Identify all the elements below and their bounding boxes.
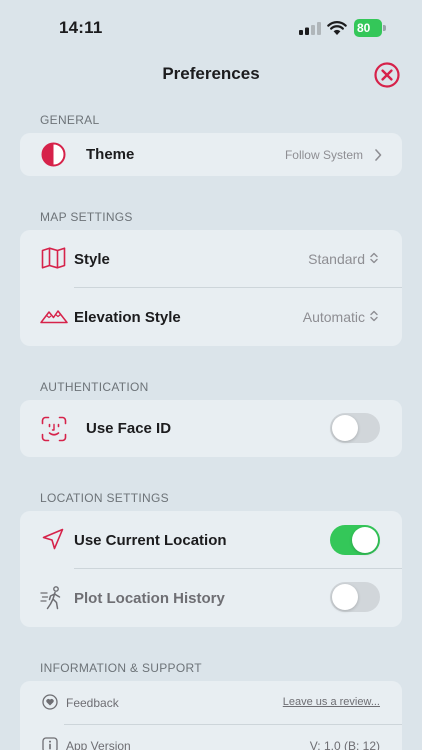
battery-level: 80 xyxy=(354,19,382,37)
theme-label: Theme xyxy=(86,146,135,163)
feedback-label: Feedback xyxy=(66,696,119,710)
plot-location-history-toggle[interactable] xyxy=(330,582,380,612)
face-id-icon xyxy=(41,416,67,442)
mountains-icon xyxy=(40,310,68,324)
battery-cap xyxy=(383,25,386,31)
close-button[interactable] xyxy=(374,62,400,88)
section-header-information-support: INFORMATION & SUPPORT xyxy=(40,661,202,675)
divider xyxy=(64,724,402,725)
plot-location-history-row: Plot Location History xyxy=(20,569,402,627)
map-icon xyxy=(41,247,66,269)
toggle-knob xyxy=(332,584,358,610)
use-current-location-row: Use Current Location xyxy=(20,511,402,568)
theme-value: Follow System xyxy=(284,148,363,162)
face-id-toggle[interactable] xyxy=(330,413,380,443)
cellular-signal-icon xyxy=(299,22,321,35)
half-circle-icon xyxy=(41,142,66,167)
map-settings-card: Style Standard Elevation Style Automatic xyxy=(20,230,402,346)
section-header-location-settings: LOCATION SETTINGS xyxy=(40,491,169,505)
section-header-general: GENERAL xyxy=(40,113,100,127)
toggle-knob xyxy=(332,415,358,441)
heart-icon xyxy=(42,694,58,710)
app-version-value: V: 1.0 (B: 12) xyxy=(309,739,380,750)
general-card: Theme Follow System xyxy=(20,133,402,176)
status-bar: 14:11 80 xyxy=(0,0,422,56)
use-current-location-label: Use Current Location xyxy=(74,532,227,549)
app-version-label: App Version xyxy=(66,739,131,750)
chevron-up-down-icon xyxy=(370,252,378,264)
elevation-style-value: Automatic xyxy=(302,309,365,325)
status-time: 14:11 xyxy=(59,18,103,37)
style-row[interactable]: Style Standard xyxy=(20,230,402,287)
face-id-label: Use Face ID xyxy=(86,420,172,437)
information-support-card: Feedback Leave us a review... App Versio… xyxy=(20,681,402,750)
elevation-style-row[interactable]: Elevation Style Automatic xyxy=(20,288,402,346)
elevation-style-label: Elevation Style xyxy=(74,309,181,326)
toggle-knob xyxy=(352,527,378,553)
battery-icon: 80 xyxy=(354,19,386,37)
style-label: Style xyxy=(74,251,110,268)
walking-figure-icon xyxy=(40,586,61,610)
location-settings-card: Use Current Location Plot Location Histo… xyxy=(20,511,402,627)
section-header-authentication: AUTHENTICATION xyxy=(40,380,149,394)
info-icon xyxy=(42,737,58,750)
location-arrow-icon xyxy=(42,528,64,550)
chevron-right-icon xyxy=(375,149,382,161)
chevron-up-down-icon xyxy=(370,310,378,322)
plot-location-history-label: Plot Location History xyxy=(74,590,225,607)
page-title: Preferences xyxy=(162,64,260,83)
section-header-map-settings: MAP SETTINGS xyxy=(40,210,133,224)
wifi-icon xyxy=(327,21,347,35)
leave-review-link[interactable]: Leave us a review... xyxy=(283,696,380,708)
theme-row[interactable]: Theme Follow System xyxy=(20,133,402,176)
style-value: Standard xyxy=(308,251,365,267)
authentication-card: Use Face ID xyxy=(20,400,402,457)
use-current-location-toggle[interactable] xyxy=(330,525,380,555)
